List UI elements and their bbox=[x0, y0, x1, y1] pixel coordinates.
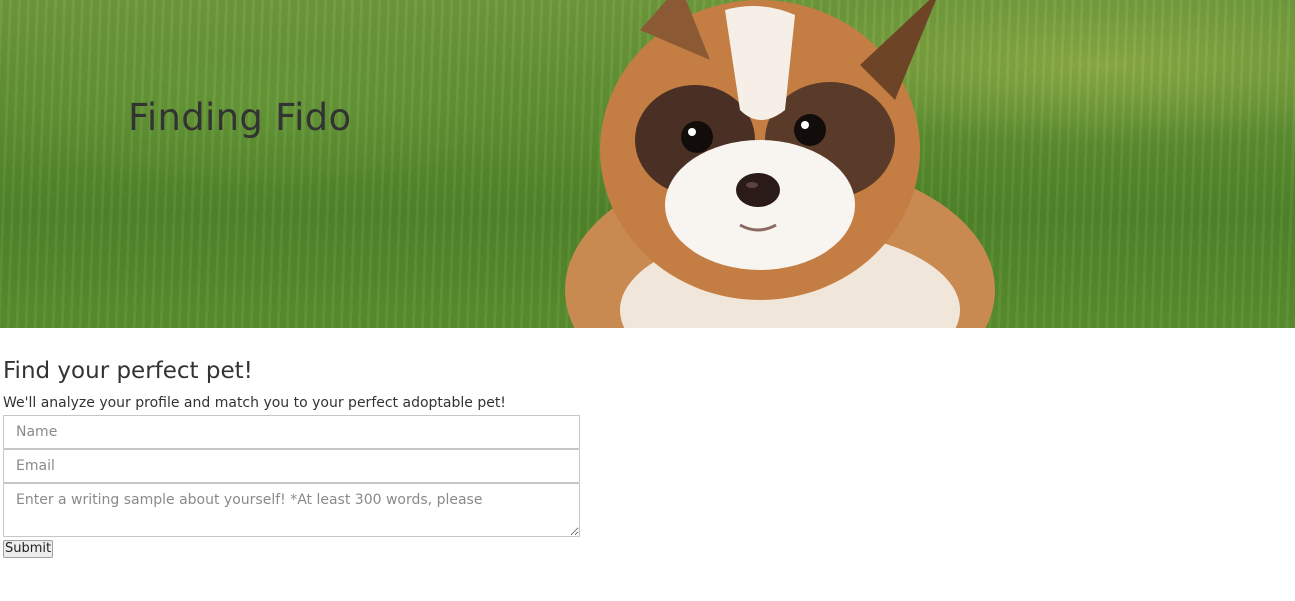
site-title: Finding Fido bbox=[128, 96, 352, 139]
match-form: Submit bbox=[3, 415, 583, 558]
name-input[interactable] bbox=[3, 415, 580, 449]
writing-sample-textarea[interactable] bbox=[3, 483, 580, 537]
email-input[interactable] bbox=[3, 449, 580, 483]
puppy-image bbox=[565, 0, 995, 328]
main-content: Find your perfect pet! We'll analyze you… bbox=[3, 328, 583, 558]
description-text: We'll analyze your profile and match you… bbox=[3, 395, 506, 411]
section-heading: Find your perfect pet! bbox=[3, 358, 253, 384]
hero-banner: Finding Fido bbox=[0, 0, 1295, 328]
submit-button[interactable]: Submit bbox=[3, 539, 54, 558]
